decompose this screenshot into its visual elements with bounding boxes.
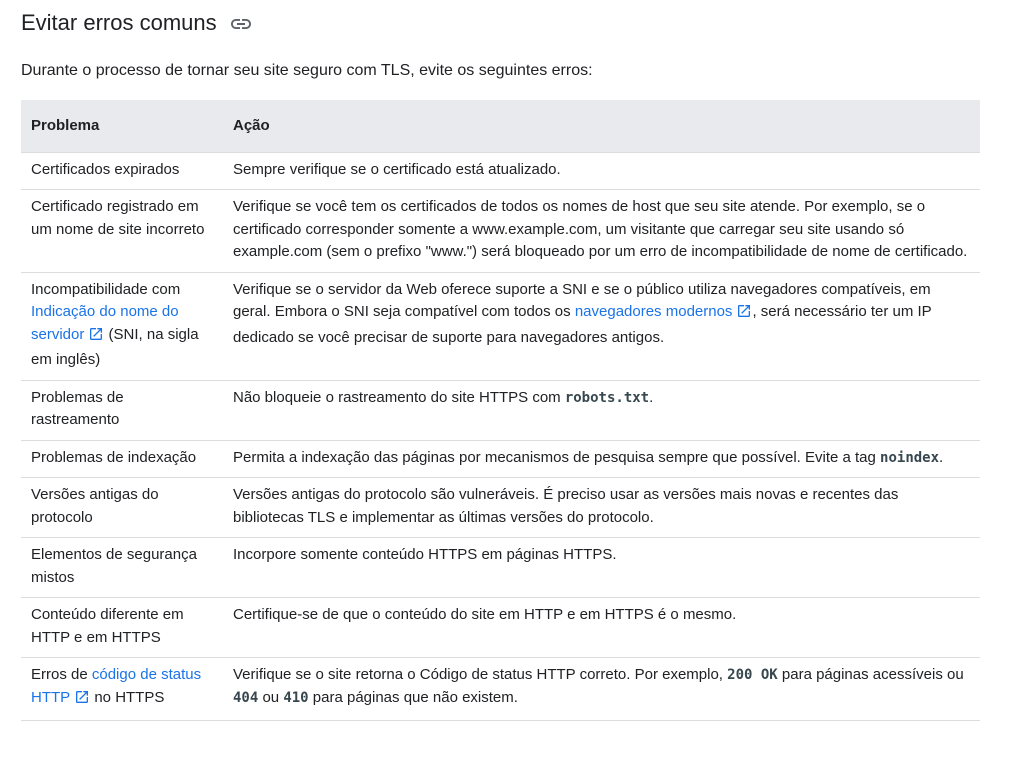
- action-cell: Permita a indexação das páginas por meca…: [223, 440, 980, 478]
- modern-browsers-link[interactable]: navegadores modernos: [575, 303, 753, 320]
- table-row: Conteúdo diferente em HTTP e em HTTPS Ce…: [21, 597, 980, 658]
- table-row: Elementos de segurança mistos Incorpore …: [21, 537, 980, 598]
- table-header-row: Problema Ação: [21, 100, 980, 153]
- action-cell: Versões antigas do protocolo são vulnerá…: [223, 477, 980, 538]
- section-heading: Evitar erros comuns: [21, 6, 253, 40]
- header-problem: Problema: [21, 100, 223, 153]
- problem-cell: Versões antigas do protocolo: [21, 477, 223, 538]
- action-cell: Sempre verifique se o certificado está a…: [223, 152, 980, 190]
- open-in-new-icon: [736, 303, 752, 327]
- problem-cell: Certificados expirados: [21, 152, 223, 190]
- code-410: 410: [283, 689, 309, 706]
- problem-cell: Problemas de rastreamento: [21, 380, 223, 441]
- section-heading-text: Evitar erros comuns: [21, 10, 217, 35]
- table-row: Erros de código de status HTTP no HTTPS …: [21, 657, 980, 721]
- problem-cell: Erros de código de status HTTP no HTTPS: [21, 657, 223, 721]
- open-in-new-icon: [74, 689, 90, 713]
- action-cell: Não bloqueie o rastreamento do site HTTP…: [223, 380, 980, 441]
- code-200-ok: 200 OK: [727, 667, 778, 683]
- header-action: Ação: [223, 100, 980, 153]
- table-row: Versões antigas do protocolo Versões ant…: [21, 477, 980, 538]
- table-row: Certificado registrado em um nome de sit…: [21, 189, 980, 273]
- table-row: Problemas de indexação Permita a indexaç…: [21, 440, 980, 478]
- problem-cell: Conteúdo diferente em HTTP e em HTTPS: [21, 597, 223, 658]
- action-cell: Certifique-se de que o conteúdo do site …: [223, 597, 980, 658]
- open-in-new-icon: [88, 326, 104, 350]
- errors-table: Problema Ação Certificados expirados Sem…: [21, 100, 980, 721]
- problem-cell: Elementos de segurança mistos: [21, 537, 223, 598]
- problem-cell: Problemas de indexação: [21, 440, 223, 478]
- code-noindex: noindex: [880, 449, 940, 466]
- code-404: 404: [233, 689, 259, 706]
- link-icon[interactable]: [229, 17, 253, 31]
- table-row: Certificados expirados Sempre verifique …: [21, 152, 980, 190]
- action-cell: Verifique se o site retorna o Código de …: [223, 657, 980, 721]
- intro-text: Durante o processo de tornar seu site se…: [21, 62, 593, 79]
- code-robots-txt: robots.txt: [564, 389, 650, 406]
- problem-cell: Certificado registrado em um nome de sit…: [21, 189, 223, 273]
- table-row: Problemas de rastreamento Não bloqueie o…: [21, 380, 980, 441]
- action-cell: Incorpore somente conteúdo HTTPS em pági…: [223, 537, 980, 598]
- action-cell: Verifique se você tem os certificados de…: [223, 189, 980, 273]
- page: Evitar erros comuns Durante o processo d…: [0, 0, 1010, 783]
- table-row: Incompatibilidade com Indicação do nome …: [21, 272, 980, 381]
- problem-text: Incompatibilidade com: [31, 280, 181, 298]
- action-cell: Verifique se o servidor da Web oferece s…: [223, 272, 980, 381]
- problem-cell: Incompatibilidade com Indicação do nome …: [21, 272, 223, 381]
